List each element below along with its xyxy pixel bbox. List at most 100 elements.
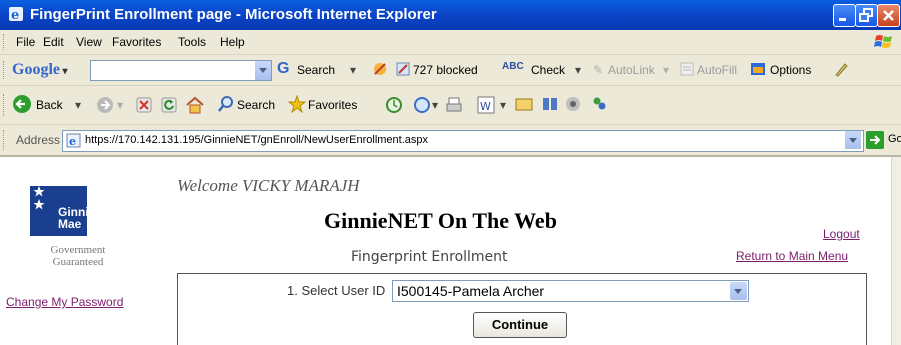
return-main-menu-link[interactable]: Return to Main Menu bbox=[736, 249, 848, 263]
user-id-value: I500145-Pamela Archer bbox=[397, 283, 545, 299]
autofill-button[interactable]: AutoFill bbox=[697, 63, 737, 77]
toolbar-grip bbox=[3, 130, 6, 150]
favorites-button[interactable]: Favorites bbox=[308, 98, 357, 112]
print-icon[interactable] bbox=[445, 96, 463, 114]
select-user-label: 1. Select User ID bbox=[287, 283, 386, 298]
chevron-down-icon[interactable] bbox=[730, 282, 747, 300]
popup-blocker-icon bbox=[372, 61, 388, 80]
continue-button[interactable]: Continue bbox=[473, 312, 567, 338]
stop-icon[interactable] bbox=[135, 96, 153, 114]
change-password-link[interactable]: Change My Password bbox=[6, 295, 123, 309]
svg-text:e: e bbox=[69, 135, 76, 148]
toolbar-grip bbox=[3, 94, 6, 116]
autolink-button[interactable]: AutoLink bbox=[608, 63, 655, 77]
favorites-star-icon bbox=[288, 95, 306, 113]
dropdown-arrow-icon[interactable]: ▾ bbox=[350, 63, 356, 77]
standard-toolbar: Back ▾ ▾ Search Favorites ▾ W ▾ bbox=[0, 86, 901, 125]
go-label: Go bbox=[888, 133, 901, 145]
home-icon[interactable] bbox=[185, 95, 205, 115]
google-g-icon: G bbox=[277, 60, 290, 77]
dropdown-arrow-icon[interactable]: ▾ bbox=[575, 63, 581, 77]
restore-icon bbox=[859, 8, 873, 22]
search-icon bbox=[218, 96, 233, 112]
address-url: https://170.142.131.195/GinnieNET/gnEnro… bbox=[85, 134, 429, 146]
address-label: Address bbox=[16, 133, 61, 147]
ginnie-mae-logo: Ginnie Mae Government Guaranteed bbox=[18, 182, 128, 277]
spellcheck-button[interactable]: Check bbox=[531, 63, 565, 77]
logo-text: Ginnie Mae bbox=[58, 206, 95, 230]
discuss-icon[interactable] bbox=[515, 96, 533, 114]
logo-sub-2: Guaranteed bbox=[52, 256, 104, 268]
menu-favorites[interactable]: Favorites bbox=[112, 35, 161, 49]
address-input[interactable]: e https://170.142.131.195/GinnieNET/gnEn… bbox=[62, 130, 864, 152]
dropdown-arrow-icon[interactable]: ▾ bbox=[663, 63, 669, 77]
messenger-icon[interactable] bbox=[564, 95, 582, 113]
chevron-down-icon[interactable] bbox=[845, 131, 861, 149]
logout-link[interactable]: Logout bbox=[823, 227, 860, 241]
page-subtitle: Fingerprint Enrollment bbox=[351, 249, 508, 265]
google-search-input[interactable] bbox=[90, 60, 272, 81]
vertical-scrollbar[interactable] bbox=[891, 157, 901, 345]
google-toolbar: Google ▾ G Search ▾ 727 blocked ABC Chec… bbox=[0, 55, 901, 86]
edit-word-icon[interactable]: W bbox=[477, 96, 495, 114]
close-icon bbox=[883, 10, 894, 21]
options-button[interactable]: Options bbox=[770, 63, 811, 77]
google-search-button[interactable]: Search bbox=[297, 63, 335, 77]
page-icon: e bbox=[66, 133, 81, 148]
dropdown-arrow-icon: ▾ bbox=[60, 66, 68, 77]
user-id-select[interactable]: I500145-Pamela Archer bbox=[392, 280, 749, 302]
blocked-icon bbox=[395, 61, 411, 80]
popups-blocked-count[interactable]: 727 blocked bbox=[413, 63, 478, 77]
go-button[interactable]: Go bbox=[866, 131, 901, 151]
welcome-message: Welcome VICKY MARAJH bbox=[177, 176, 360, 195]
dropdown-arrow-icon[interactable]: ▾ bbox=[500, 98, 506, 112]
logo-subtitle: Government Guaranteed bbox=[23, 244, 133, 268]
back-button[interactable]: Back bbox=[12, 94, 76, 116]
maximize-button[interactable] bbox=[855, 4, 878, 27]
minimize-icon bbox=[839, 18, 846, 21]
google-logo[interactable]: Google ▾ bbox=[12, 61, 68, 79]
options-icon bbox=[750, 62, 766, 79]
menu-view[interactable]: View bbox=[76, 35, 102, 49]
google-logo-text: Google bbox=[12, 61, 60, 78]
browser-window: e FingerPrint Enrollment page - Microsof… bbox=[0, 0, 901, 345]
dropdown-arrow-icon[interactable]: ▾ bbox=[432, 98, 438, 112]
forward-arrow-icon[interactable] bbox=[96, 96, 114, 114]
history-icon[interactable] bbox=[385, 96, 403, 114]
page-content: Ginnie Mae Government Guaranteed Change … bbox=[0, 157, 901, 345]
go-arrow-icon bbox=[866, 131, 884, 149]
menu-file[interactable]: File bbox=[16, 35, 35, 49]
menu-bar: File Edit View Favorites Tools Help bbox=[0, 30, 901, 55]
logo-sub-1: Government bbox=[50, 244, 106, 256]
logo-line-2: Mae bbox=[58, 217, 82, 231]
title-bar: e FingerPrint Enrollment page - Microsof… bbox=[0, 0, 901, 30]
forward-dropdown-icon[interactable]: ▾ bbox=[117, 98, 123, 112]
svg-text:e: e bbox=[11, 8, 19, 22]
close-button[interactable] bbox=[877, 4, 900, 27]
messenger-buddy-icon[interactable] bbox=[590, 95, 608, 113]
svg-text:W: W bbox=[480, 100, 491, 113]
back-dropdown-icon[interactable]: ▾ bbox=[75, 98, 81, 112]
minimize-button[interactable] bbox=[833, 4, 856, 27]
media-icon[interactable] bbox=[413, 96, 431, 114]
menu-help[interactable]: Help bbox=[220, 35, 245, 49]
address-history[interactable] bbox=[843, 131, 861, 149]
chevron-down-icon[interactable] bbox=[255, 61, 271, 80]
search-button[interactable]: Search bbox=[237, 98, 275, 112]
autolink-icon: ✎ bbox=[593, 63, 604, 77]
autofill-icon bbox=[680, 62, 694, 79]
page-title: GinnieNET On The Web bbox=[324, 208, 557, 233]
toolbar-grip bbox=[3, 34, 6, 50]
research-icon[interactable] bbox=[541, 95, 559, 113]
address-bar: Address e https://170.142.131.195/Ginnie… bbox=[0, 125, 901, 157]
windows-flag-icon bbox=[874, 35, 892, 48]
ie-icon: e bbox=[9, 7, 23, 22]
highlight-icon[interactable] bbox=[833, 61, 849, 80]
back-label: Back bbox=[36, 98, 63, 112]
menu-tools[interactable]: Tools bbox=[178, 35, 206, 49]
window-title: FingerPrint Enrollment page - Microsoft … bbox=[30, 6, 437, 23]
refresh-icon[interactable] bbox=[160, 96, 178, 114]
logo-stars-icon bbox=[33, 186, 45, 210]
spellcheck-icon: ABC bbox=[502, 61, 524, 72]
menu-edit[interactable]: Edit bbox=[43, 35, 64, 49]
